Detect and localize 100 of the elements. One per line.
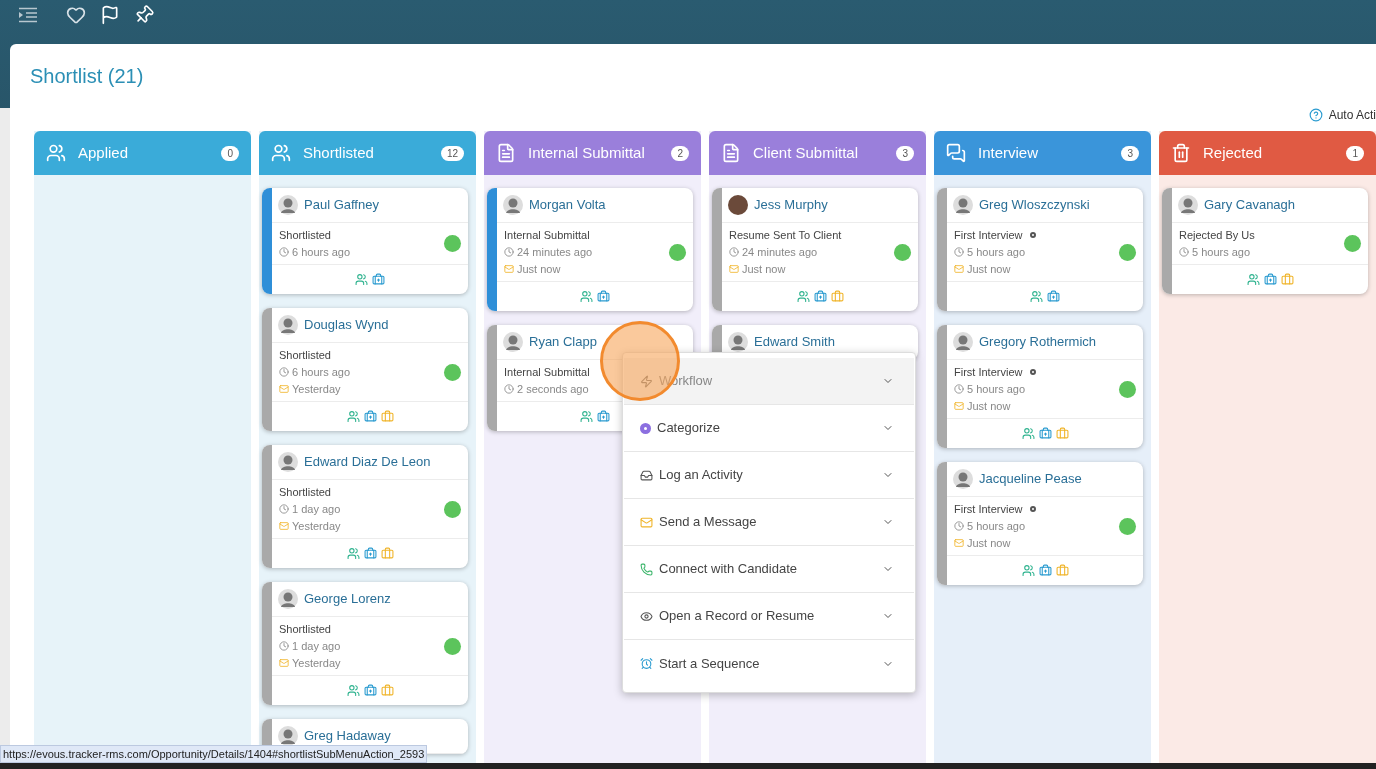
mail-icon: [954, 401, 964, 411]
message-time-text: Yesterday: [292, 656, 341, 671]
status-indicator-icon: [444, 637, 461, 655]
menu-item[interactable]: Categorize: [624, 405, 914, 452]
clock-icon: [504, 247, 514, 257]
medical-case-icon[interactable]: [363, 410, 377, 423]
candidate-card[interactable]: Gregory Rothermich First Interview 5 hours ago Just now: [937, 325, 1143, 448]
menu-indent-icon[interactable]: [18, 7, 38, 23]
menu-item[interactable]: Connect with Candidate: [624, 546, 914, 593]
clock-icon: [954, 521, 964, 531]
people-icon[interactable]: [796, 290, 810, 303]
briefcase-icon[interactable]: [830, 290, 844, 303]
people-icon[interactable]: [355, 273, 368, 286]
candidate-name-link[interactable]: Morgan Volta: [529, 195, 606, 215]
briefcase-icon[interactable]: [380, 410, 394, 423]
candidate-name-link[interactable]: Edward Smith: [754, 332, 835, 352]
medical-case-icon[interactable]: [813, 290, 827, 303]
candidate-card[interactable]: Gary Cavanagh Rejected By Us 5 hours ago: [1162, 188, 1368, 294]
candidate-card[interactable]: Paul Gaffney Shortlisted 6 hours ago: [262, 188, 468, 294]
candidate-card[interactable]: Morgan Volta Internal Submittal 24 minutes ago Just now: [487, 188, 693, 311]
heart-icon[interactable]: [66, 5, 86, 25]
lightning-icon: [640, 374, 653, 388]
chat-icon: [946, 143, 966, 163]
people-icon: [46, 143, 66, 163]
count-badge: 1: [1346, 145, 1364, 161]
menu-item[interactable]: Open a Record or Resume: [624, 593, 914, 640]
time-text: 5 hours ago: [967, 245, 1026, 260]
briefcase-icon[interactable]: [380, 547, 394, 560]
time-text: 24 minutes ago: [517, 245, 593, 260]
clock-icon: [279, 641, 289, 651]
mail-icon: [729, 264, 739, 274]
column-title: Client Submittal: [753, 142, 860, 163]
mail-icon: [279, 384, 289, 394]
medical-case-icon[interactable]: [363, 547, 377, 560]
column-title: Applied: [78, 142, 130, 163]
people-icon[interactable]: [1021, 427, 1035, 440]
time-text: 5 hours ago: [967, 519, 1026, 534]
mail-icon: [640, 515, 653, 529]
document-icon: [721, 143, 741, 163]
candidate-name-link[interactable]: Gary Cavanagh: [1204, 195, 1296, 215]
menu-item[interactable]: Start a Sequence: [624, 640, 914, 687]
mail-icon: [954, 538, 964, 548]
medical-case-icon[interactable]: [597, 410, 610, 423]
candidate-card[interactable]: Edward Diaz De Leon Shortlisted 1 day ago Yesterday: [262, 445, 468, 568]
status-indicator-icon: [1119, 380, 1136, 398]
candidate-card[interactable]: Jacqueline Pease First Interview 5 hours ago Just now: [937, 462, 1143, 585]
clock-icon: [1179, 247, 1189, 257]
candidate-name-link[interactable]: Greg Wloszczynski: [979, 195, 1090, 215]
medical-case-icon[interactable]: [1038, 427, 1052, 440]
flag-icon[interactable]: [100, 5, 120, 25]
candidate-card[interactable]: Douglas Wynd Shortlisted 6 hours ago Yesterday: [262, 308, 468, 431]
time-text: 1 day ago: [292, 502, 341, 517]
message-time-text: Just now: [742, 262, 786, 277]
count-badge: 12: [440, 145, 464, 161]
mail-icon: [279, 658, 289, 668]
briefcase-icon[interactable]: [1280, 273, 1294, 286]
status-indicator-icon: [669, 243, 686, 261]
menu-item[interactable]: Send a Message: [624, 499, 914, 546]
people-icon[interactable]: [346, 410, 360, 423]
status-url-tooltip: https://evous.tracker-rms.com/Opportunity/Details/1404#shortlistSubMenuAction_2593: [0, 745, 428, 763]
people-icon[interactable]: [1021, 564, 1035, 577]
help-icon[interactable]: [1308, 108, 1323, 122]
menu-item[interactable]: Log an Activity: [624, 452, 914, 499]
message-time-text: Yesterday: [292, 382, 341, 397]
candidate-name-link[interactable]: Gregory Rothermich: [979, 332, 1097, 352]
candidate-name-link[interactable]: Jess Murphy: [754, 195, 828, 215]
briefcase-icon[interactable]: [1055, 427, 1069, 440]
briefcase-icon[interactable]: [380, 684, 394, 697]
medical-case-icon[interactable]: [363, 684, 377, 697]
people-icon[interactable]: [1030, 290, 1043, 303]
people-icon[interactable]: [1246, 273, 1260, 286]
candidate-name-link[interactable]: Jacqueline Pease: [979, 469, 1082, 489]
status-text: Shortlisted: [279, 228, 331, 243]
medical-case-icon[interactable]: [1263, 273, 1277, 286]
medical-case-icon[interactable]: [597, 290, 610, 303]
medical-case-icon[interactable]: [1047, 290, 1060, 303]
candidate-name-link[interactable]: Douglas Wynd: [304, 315, 389, 335]
medical-case-icon[interactable]: [372, 273, 385, 286]
people-icon[interactable]: [346, 547, 360, 560]
time-text: 1 day ago: [292, 639, 341, 654]
briefcase-icon[interactable]: [1055, 564, 1069, 577]
candidate-name-link[interactable]: Paul Gaffney: [304, 195, 379, 215]
people-icon[interactable]: [580, 290, 593, 303]
candidate-card[interactable]: Jess Murphy Resume Sent To Client 24 minutes ago Just now: [712, 188, 918, 311]
medical-case-icon[interactable]: [1038, 564, 1052, 577]
candidate-name-link[interactable]: Ryan Clapp: [529, 332, 597, 352]
people-icon[interactable]: [580, 410, 593, 423]
alarm-clock-icon: [640, 657, 653, 670]
candidate-name-link[interactable]: George Lorenz: [304, 589, 391, 609]
status-indicator-icon: [894, 243, 911, 261]
message-time-text: Just now: [517, 262, 561, 277]
candidate-name-link[interactable]: Edward Diaz De Leon: [304, 452, 431, 472]
candidate-card[interactable]: George Lorenz Shortlisted 1 day ago Yesterday: [262, 582, 468, 705]
auto-actions-link[interactable]: Auto Acti: [1328, 106, 1376, 124]
status-indicator-icon: [444, 363, 461, 381]
status-indicator-icon: [1119, 517, 1136, 535]
candidate-card[interactable]: Greg Wloszczynski First Interview 5 hours ago Just now: [937, 188, 1143, 311]
trash-icon: [1171, 143, 1191, 163]
people-icon[interactable]: [346, 684, 360, 697]
candidate-name-link[interactable]: Greg Hadaway: [304, 726, 391, 746]
